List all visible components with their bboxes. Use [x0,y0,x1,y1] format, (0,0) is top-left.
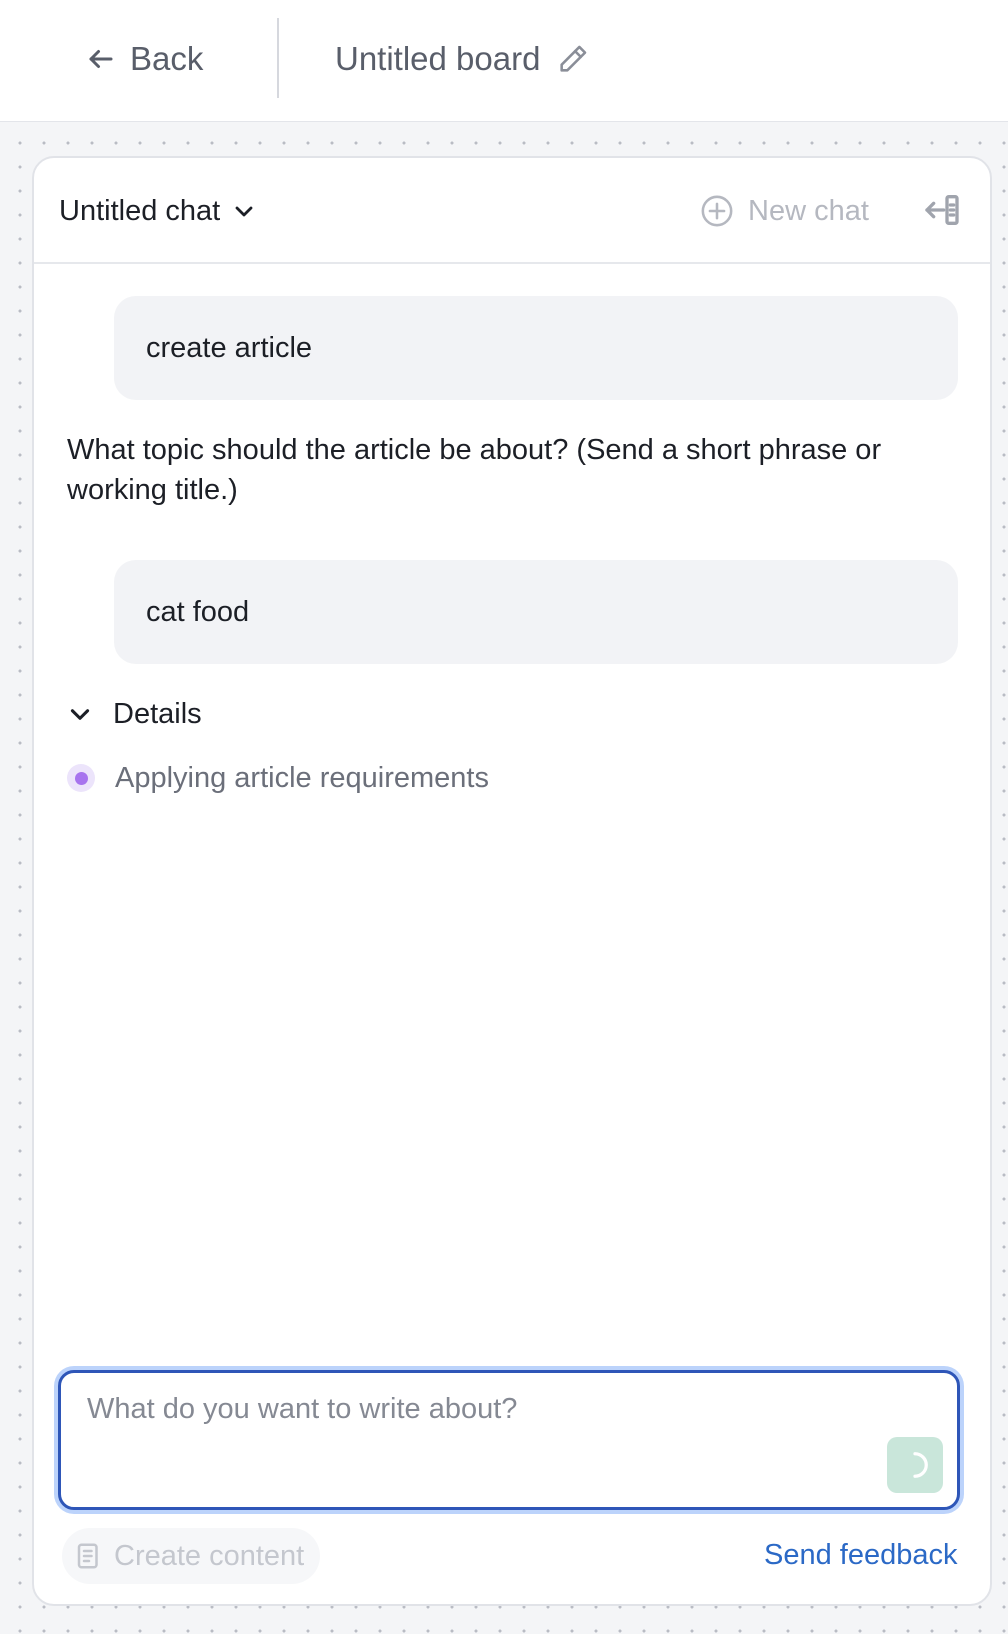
message-input[interactable] [61,1373,957,1507]
divider [277,18,279,98]
collapse-panel-icon[interactable] [922,190,962,230]
back-label: Back [130,40,204,77]
chat-title-text: Untitled chat [59,194,221,227]
arrow-left-icon [89,50,113,68]
back-button[interactable]: Back [86,34,203,84]
new-chat-label: New chat [748,194,869,227]
user-message-text: create article [146,331,313,364]
status-row: Applying article requirements [67,756,489,800]
create-content-label: Create content [114,1539,305,1572]
top-bar: Back Untitled board [0,0,1008,122]
message-composer [58,1370,960,1510]
status-text: Applying article requirements [115,761,489,794]
user-message: create article [114,296,958,400]
user-message-text: cat food [146,595,250,628]
chevron-down-icon [70,709,90,720]
chat-title-dropdown[interactable]: Untitled chat [59,186,256,236]
board-title-text: Untitled board [335,40,541,77]
pencil-icon[interactable] [556,42,590,76]
send-feedback-link[interactable]: Send feedback [764,1530,957,1580]
loading-spinner-icon [913,1452,928,1478]
document-icon [77,1543,98,1569]
status-dot-icon [67,764,95,792]
assistant-message: What topic should the article be about? … [67,434,882,506]
chat-header: Untitled chat New chat [34,158,990,264]
chat-panel: Untitled chat New chat create article Wh… [32,156,992,1606]
send-button[interactable] [887,1437,943,1493]
chevron-down-icon [235,206,253,217]
new-chat-button[interactable]: New chat [700,186,869,236]
user-message: cat food [114,560,958,664]
details-label: Details [113,697,202,730]
details-toggle[interactable]: Details [67,694,202,734]
board-title[interactable]: Untitled board [335,34,590,84]
plus-circle-icon [701,195,733,227]
create-content-button[interactable]: Create content [62,1528,320,1584]
